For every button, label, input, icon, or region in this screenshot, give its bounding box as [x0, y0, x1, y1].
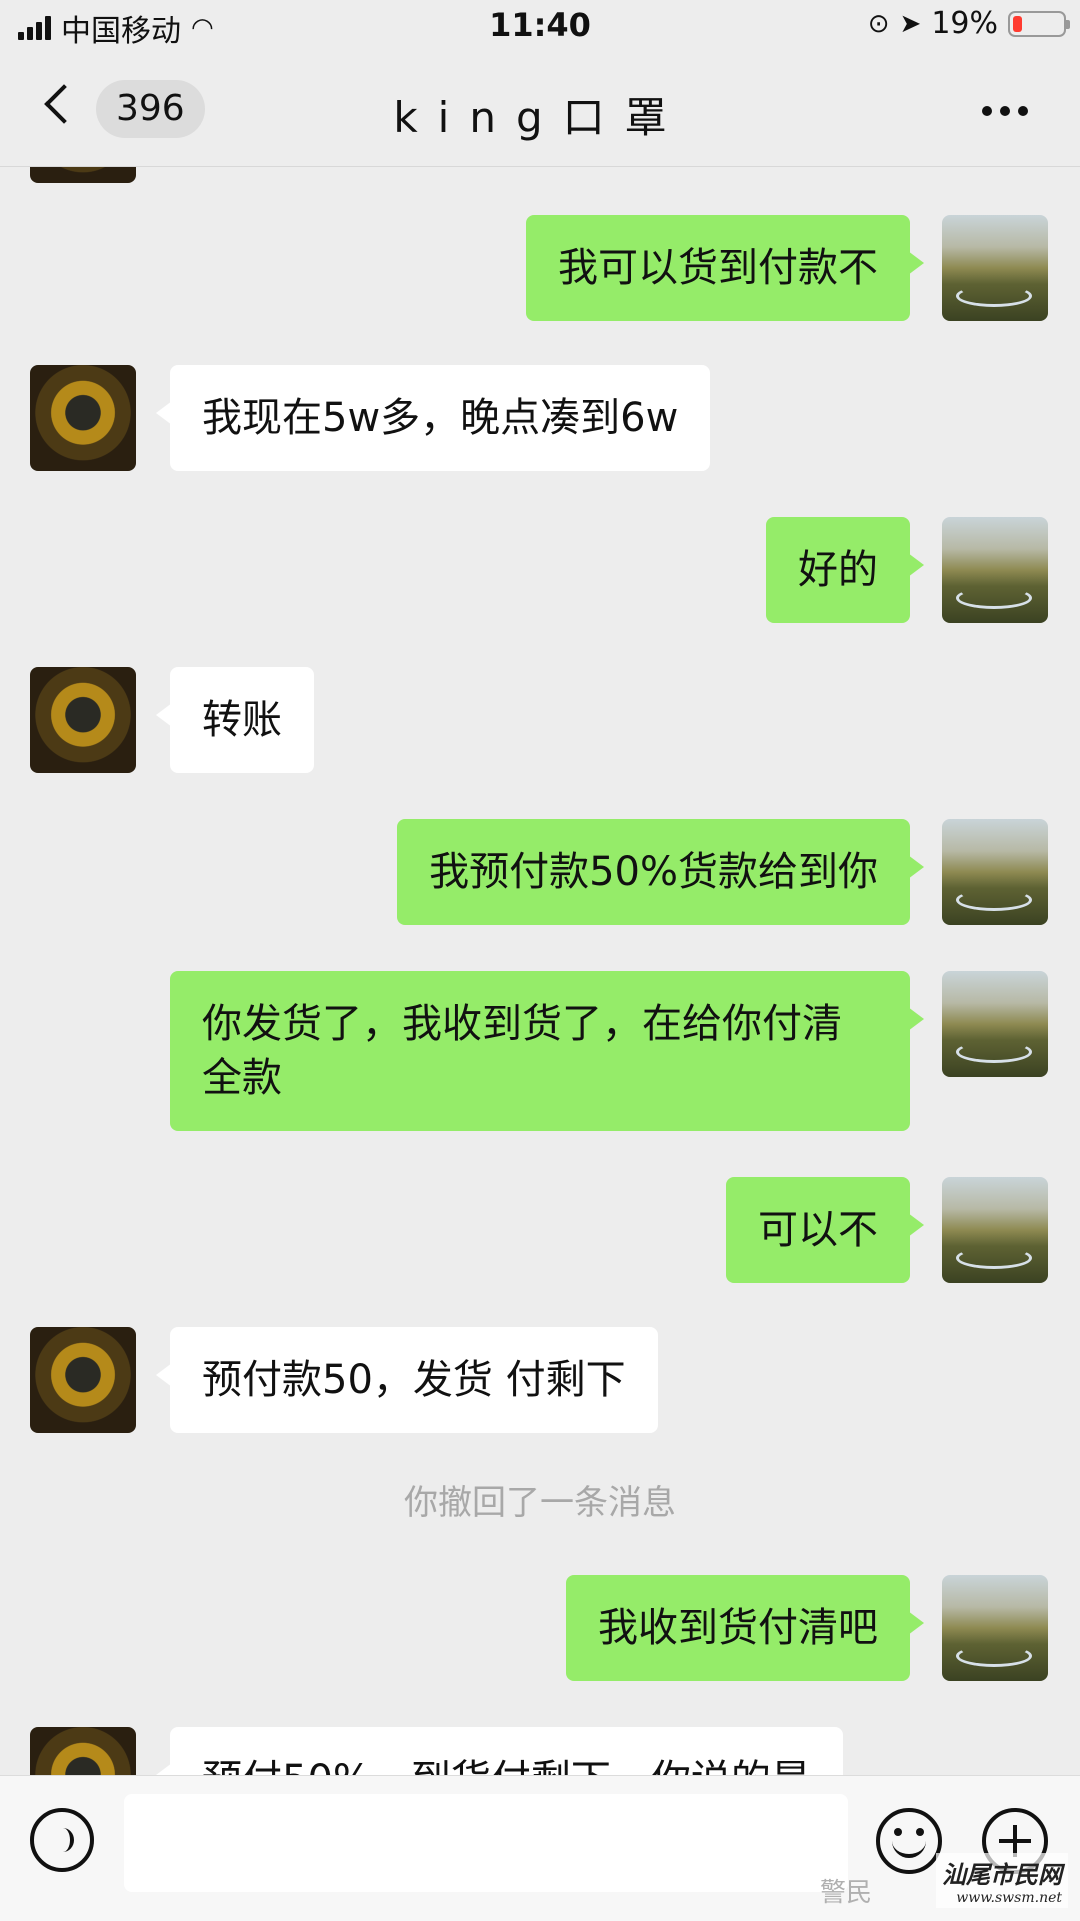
emoji-icon[interactable] [876, 1808, 942, 1874]
avatar-self[interactable] [942, 517, 1048, 623]
chat-title: king口罩 [393, 93, 687, 142]
avatar-self[interactable] [942, 215, 1048, 321]
message-bubble-self[interactable]: 我收到货付清吧 [566, 1575, 924, 1681]
message-bubble-contact[interactable]: 我现在5w多，晚点凑到6w [155, 365, 711, 471]
avatar-contact[interactable] [30, 1727, 136, 1775]
avatar-contact[interactable] [30, 167, 136, 183]
location-icon: ➤ [899, 8, 922, 39]
nav-bar: 396 king口罩 [0, 56, 1080, 167]
battery-percent: 19% [931, 6, 998, 41]
site-watermark-url: www.swsm.net [956, 1890, 1062, 1906]
message-bubble-self[interactable]: 你发货了，我收到货了，在给你付清全款 [170, 971, 924, 1131]
avatar-contact[interactable] [30, 667, 136, 773]
message-input[interactable] [124, 1794, 848, 1892]
input-bar [0, 1775, 1080, 1921]
avatar-self[interactable] [942, 1177, 1048, 1283]
chat-area[interactable]: 我可以货到付款不 我现在5w多，晚点凑到6w 好的 转账 我预付款50%货款给到… [0, 167, 1080, 1775]
message-bubble-contact[interactable]: 预付款50，发货 付剩下 [156, 1327, 658, 1433]
message-bubble-self[interactable]: 好的 [766, 517, 924, 623]
avatar-contact[interactable] [30, 365, 136, 471]
message-bubble-contact[interactable]: 预付50%，到货付剩下，你说的是 [156, 1727, 843, 1775]
message-bubble-self[interactable]: 我可以货到付款不 [526, 215, 924, 321]
status-right: ⊙ ➤ 19% [867, 6, 1070, 41]
avatar-self[interactable] [942, 1575, 1048, 1681]
site-watermark-name: 汕尾市民网 [942, 1860, 1062, 1889]
weibo-watermark: 警民 [820, 1878, 873, 1908]
avatar-contact[interactable] [30, 1327, 136, 1433]
message-bubble-self[interactable]: 可以不 [726, 1177, 924, 1283]
avatar-self[interactable] [942, 819, 1048, 925]
status-bar: 中国移动 ◠ 11:40 ⊙ ➤ 19% [0, 0, 1080, 56]
battery-fill [1013, 15, 1023, 32]
message-bubble-self[interactable]: 我预付款50%货款给到你 [397, 819, 924, 925]
rotation-lock-icon: ⊙ [867, 8, 890, 39]
recall-notice: 你撤回了一条消息 [404, 1483, 676, 1523]
battery-icon [1008, 10, 1070, 37]
voice-icon[interactable] [30, 1808, 94, 1872]
more-icon[interactable] [982, 106, 1028, 116]
message-bubble-contact[interactable]: 转账 [156, 667, 314, 773]
avatar-self[interactable] [942, 971, 1048, 1077]
site-watermark: 汕尾市民网 www.swsm.net [936, 1853, 1068, 1908]
